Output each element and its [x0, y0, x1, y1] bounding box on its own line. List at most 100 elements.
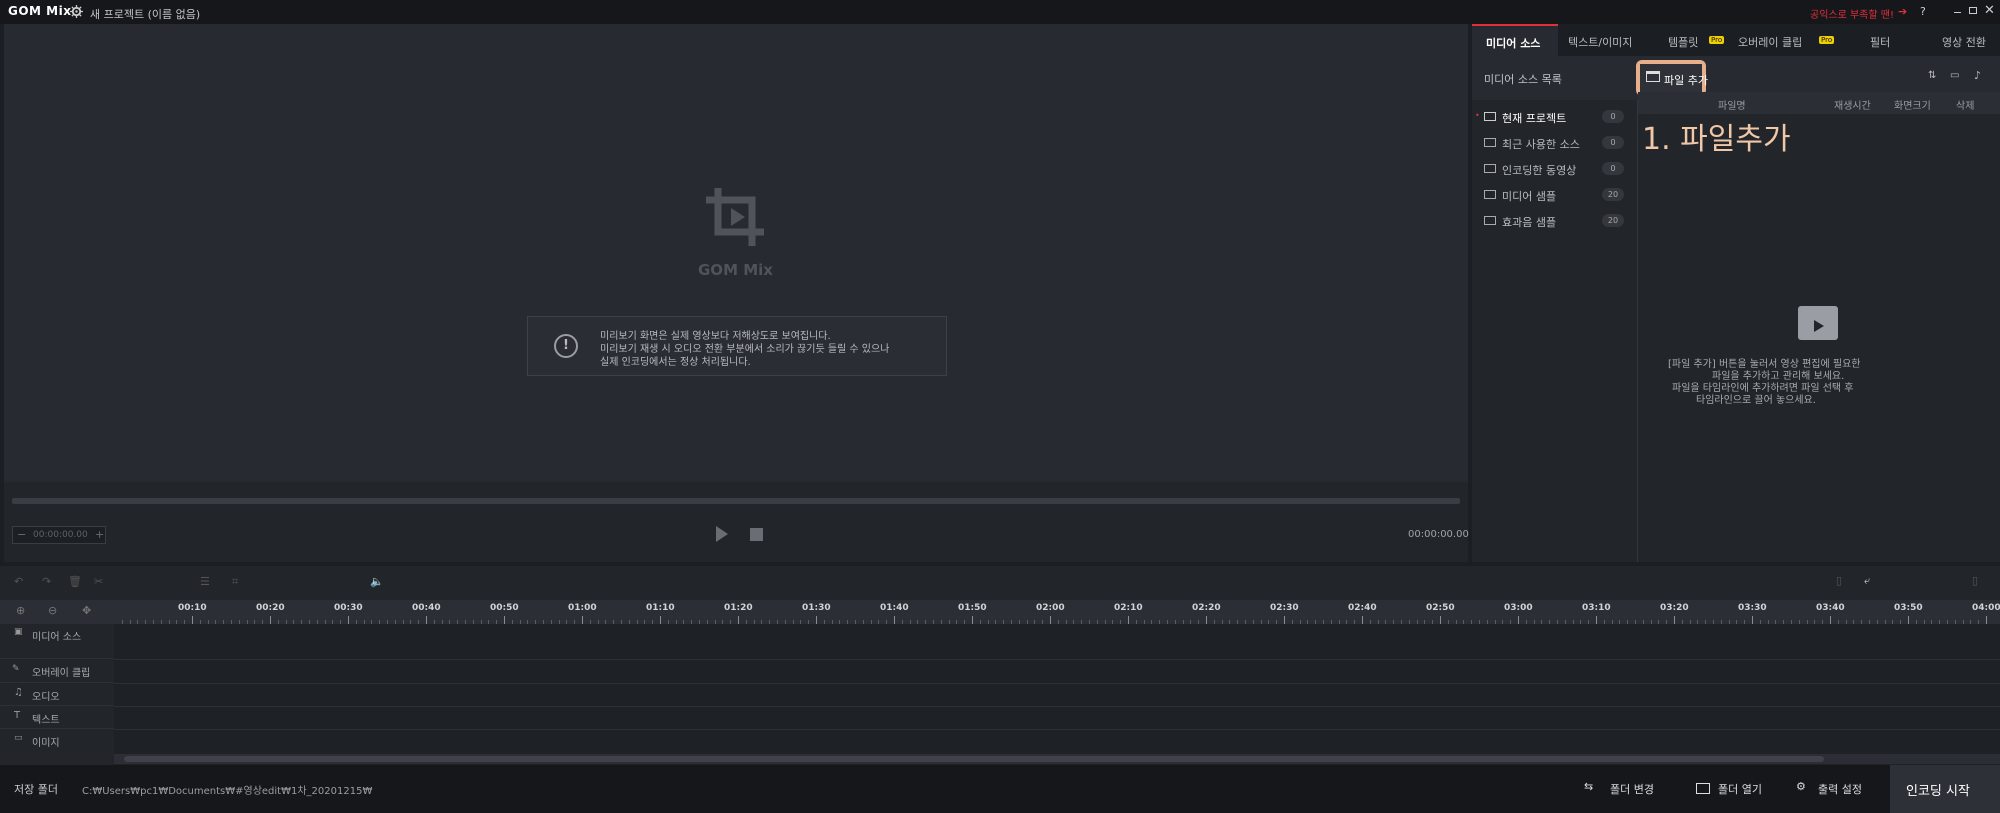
add-file-label: 파일 추가: [1664, 74, 1708, 87]
ruler-tick: [972, 616, 973, 624]
settings-gear-icon[interactable]: [70, 5, 83, 18]
sort-icon[interactable]: ⇅: [1928, 70, 1936, 81]
folder-icon: [1484, 216, 1496, 225]
track-audio[interactable]: ♫ 오디오: [0, 683, 114, 706]
tab-text-image[interactable]: 텍스트/이미지: [1558, 24, 1646, 56]
redo-icon[interactable]: ↷: [42, 575, 51, 588]
crop-icon[interactable]: ⌗: [232, 575, 238, 589]
ruler-tick: [1362, 616, 1363, 624]
ruler-tick: [738, 616, 739, 624]
fit-icon[interactable]: ✥: [82, 604, 91, 617]
tab-overlay-clip[interactable]: 오버레이 클립: [1730, 24, 1830, 56]
tab-media-source[interactable]: 미디어 소스: [1472, 24, 1558, 56]
help-button[interactable]: ?: [1920, 5, 1926, 18]
start-encoding-button[interactable]: 인코딩 시작: [1890, 765, 2000, 813]
add-file-button[interactable]: 파일 추가: [1640, 64, 1708, 92]
promo-link[interactable]: 공익스로 부족할 땐!: [1810, 6, 1894, 21]
timeline-scrollbar[interactable]: [114, 754, 2000, 764]
undo-icon[interactable]: ↶: [14, 575, 23, 588]
view-icon[interactable]: ▭: [1950, 70, 1959, 81]
ruler-tick: [1050, 616, 1051, 624]
ruler-tick-label: 00:40: [412, 603, 441, 613]
cut-icon[interactable]: ✂: [94, 575, 103, 588]
zoom-control[interactable]: − 00:00:00.00 +: [12, 526, 106, 544]
tab-filter[interactable]: 필터: [1848, 24, 1918, 56]
timeline-tracks[interactable]: [114, 624, 2000, 765]
column-resolution[interactable]: 화면크기: [1894, 97, 1931, 112]
track-text[interactable]: T 텍스트: [0, 706, 114, 729]
timeline-tool-2-icon[interactable]: ⤶: [1864, 574, 1870, 588]
scrollbar-thumb[interactable]: [124, 756, 1824, 762]
seek-bar[interactable]: [12, 498, 1460, 504]
column-duration[interactable]: 재생시간: [1834, 97, 1871, 112]
output-settings-button[interactable]: ⚙ 출력 설정: [1786, 765, 1888, 813]
open-folder-button[interactable]: 폴더 열기: [1682, 765, 1782, 813]
folder-item-encoded[interactable]: 인코딩한 동영상 0: [1472, 158, 1638, 180]
close-icon[interactable]: ✕: [1984, 3, 1995, 18]
ruler-tick-label: 01:10: [646, 603, 675, 613]
zoom-plus-icon[interactable]: +: [95, 528, 104, 541]
folder-count: 20: [1602, 188, 1624, 201]
change-folder-icon: ⇆: [1584, 780, 1594, 793]
text-icon: T: [14, 710, 21, 721]
ruler-tick: [1206, 616, 1207, 624]
open-folder-label: 폴더 열기: [1718, 783, 1762, 796]
title-bar: GOM Mix 새 프로젝트 (이름 없음) 공익스로 부족할 땐! ➔ ? ✕: [0, 0, 2000, 24]
project-title: 새 프로젝트 (이름 없음): [90, 8, 201, 21]
save-folder-label: 저장 폴더: [14, 783, 58, 796]
tab-transition[interactable]: 영상 전환: [1930, 24, 2000, 56]
ruler-tick-label: 03:40: [1816, 603, 1845, 613]
volume-icon[interactable]: 🔈: [370, 575, 384, 588]
source-panel: 미디어 소스 텍스트/이미지 템플릿 Pro 오버레이 클립 Pro 필터 영상…: [1472, 24, 2000, 562]
timeline-ruler[interactable]: 00:10 00:20 00:30 00:40 00:50 01:00 01:10 01:20…: [114, 600, 2000, 624]
zoom-in-icon[interactable]: ⊕: [16, 604, 25, 617]
track-media[interactable]: ▣ 미디어 소스: [0, 624, 114, 659]
ruler-tick-label: 00:10: [178, 603, 207, 613]
music-icon[interactable]: ♪: [1974, 69, 1981, 82]
preview-notice: ! 미리보기 화면은 실제 영상보다 저해상도로 보여집니다. 미리보기 재생 …: [527, 316, 947, 376]
zoom-minus-icon[interactable]: −: [17, 528, 26, 541]
playback-controls: − 00:00:00.00 + 00:00:00.00: [4, 482, 1469, 562]
empty-hint-line-4: 타임라인으로 끌어 놓으세요.: [1696, 395, 1816, 406]
ruler-tick: [1986, 616, 1987, 624]
minimize-icon[interactable]: [1954, 12, 1961, 13]
folder-item-recent[interactable]: 최근 사용한 소스 0: [1472, 132, 1638, 154]
timeline-tool-3-icon[interactable]: ▯: [1972, 574, 1978, 587]
timeline-tool-1-icon[interactable]: ▯: [1836, 574, 1842, 587]
tab-overlay-clip-label: 오버레이 클립: [1738, 36, 1803, 49]
media-list-title: 미디어 소스 목록: [1484, 73, 1562, 86]
column-delete[interactable]: 삭제: [1956, 97, 1974, 112]
tab-template-label: 템플릿: [1668, 36, 1699, 49]
notice-line-3: 실제 인코딩에서는 정상 처리됩니다.: [600, 357, 751, 368]
play-icon[interactable]: [716, 526, 728, 542]
column-filename[interactable]: 파일명: [1718, 97, 1746, 112]
track-image[interactable]: ▭ 이미지: [0, 729, 114, 752]
folder-item-current-project[interactable]: • 현재 프로젝트 0: [1472, 106, 1638, 128]
stop-icon[interactable]: [750, 528, 763, 541]
promo-arrow-icon[interactable]: ➔: [1898, 5, 1907, 18]
track-label: 오디오: [32, 692, 60, 703]
track-overlay[interactable]: ✎ 오버레이 클립: [0, 659, 114, 683]
timeline-toolbar: ↶ ↷ 🗑 ✂ ☰ ⌗ 🔈 ▯ ⤶ ▯: [0, 566, 2000, 600]
timeline-zoom-controls: ⊕ ⊖ ✥: [0, 600, 114, 624]
folder-count: 0: [1602, 136, 1624, 149]
delete-icon[interactable]: 🗑: [68, 575, 82, 588]
folder-item-media-samples[interactable]: 미디어 샘플 20: [1472, 184, 1638, 206]
ruler-tick-label: 03:30: [1738, 603, 1767, 613]
adjust-icon[interactable]: ☰: [200, 575, 210, 588]
tab-media-source-label: 미디어 소스: [1486, 37, 1541, 50]
current-time: 00:00:00.00: [1408, 529, 1469, 540]
change-folder-button[interactable]: ⇆ 폴더 변경: [1574, 765, 1680, 813]
ruler-tick: [1440, 616, 1441, 624]
zoom-out-icon[interactable]: ⊖: [48, 604, 57, 617]
restore-icon[interactable]: [1969, 7, 1977, 14]
media-icon: ▣: [14, 627, 23, 637]
folder-item-sound-samples[interactable]: 효과음 샘플 20: [1472, 210, 1638, 232]
ruler-tick-label: 02:00: [1036, 603, 1065, 613]
warning-icon: !: [554, 334, 578, 358]
ruler-tick-label: 01:40: [880, 603, 909, 613]
ruler-tick: [1752, 616, 1753, 624]
zoom-time: 00:00:00.00: [33, 530, 88, 540]
ruler-tick-label: 02:20: [1192, 603, 1221, 613]
folder-open-icon: [1484, 112, 1496, 121]
